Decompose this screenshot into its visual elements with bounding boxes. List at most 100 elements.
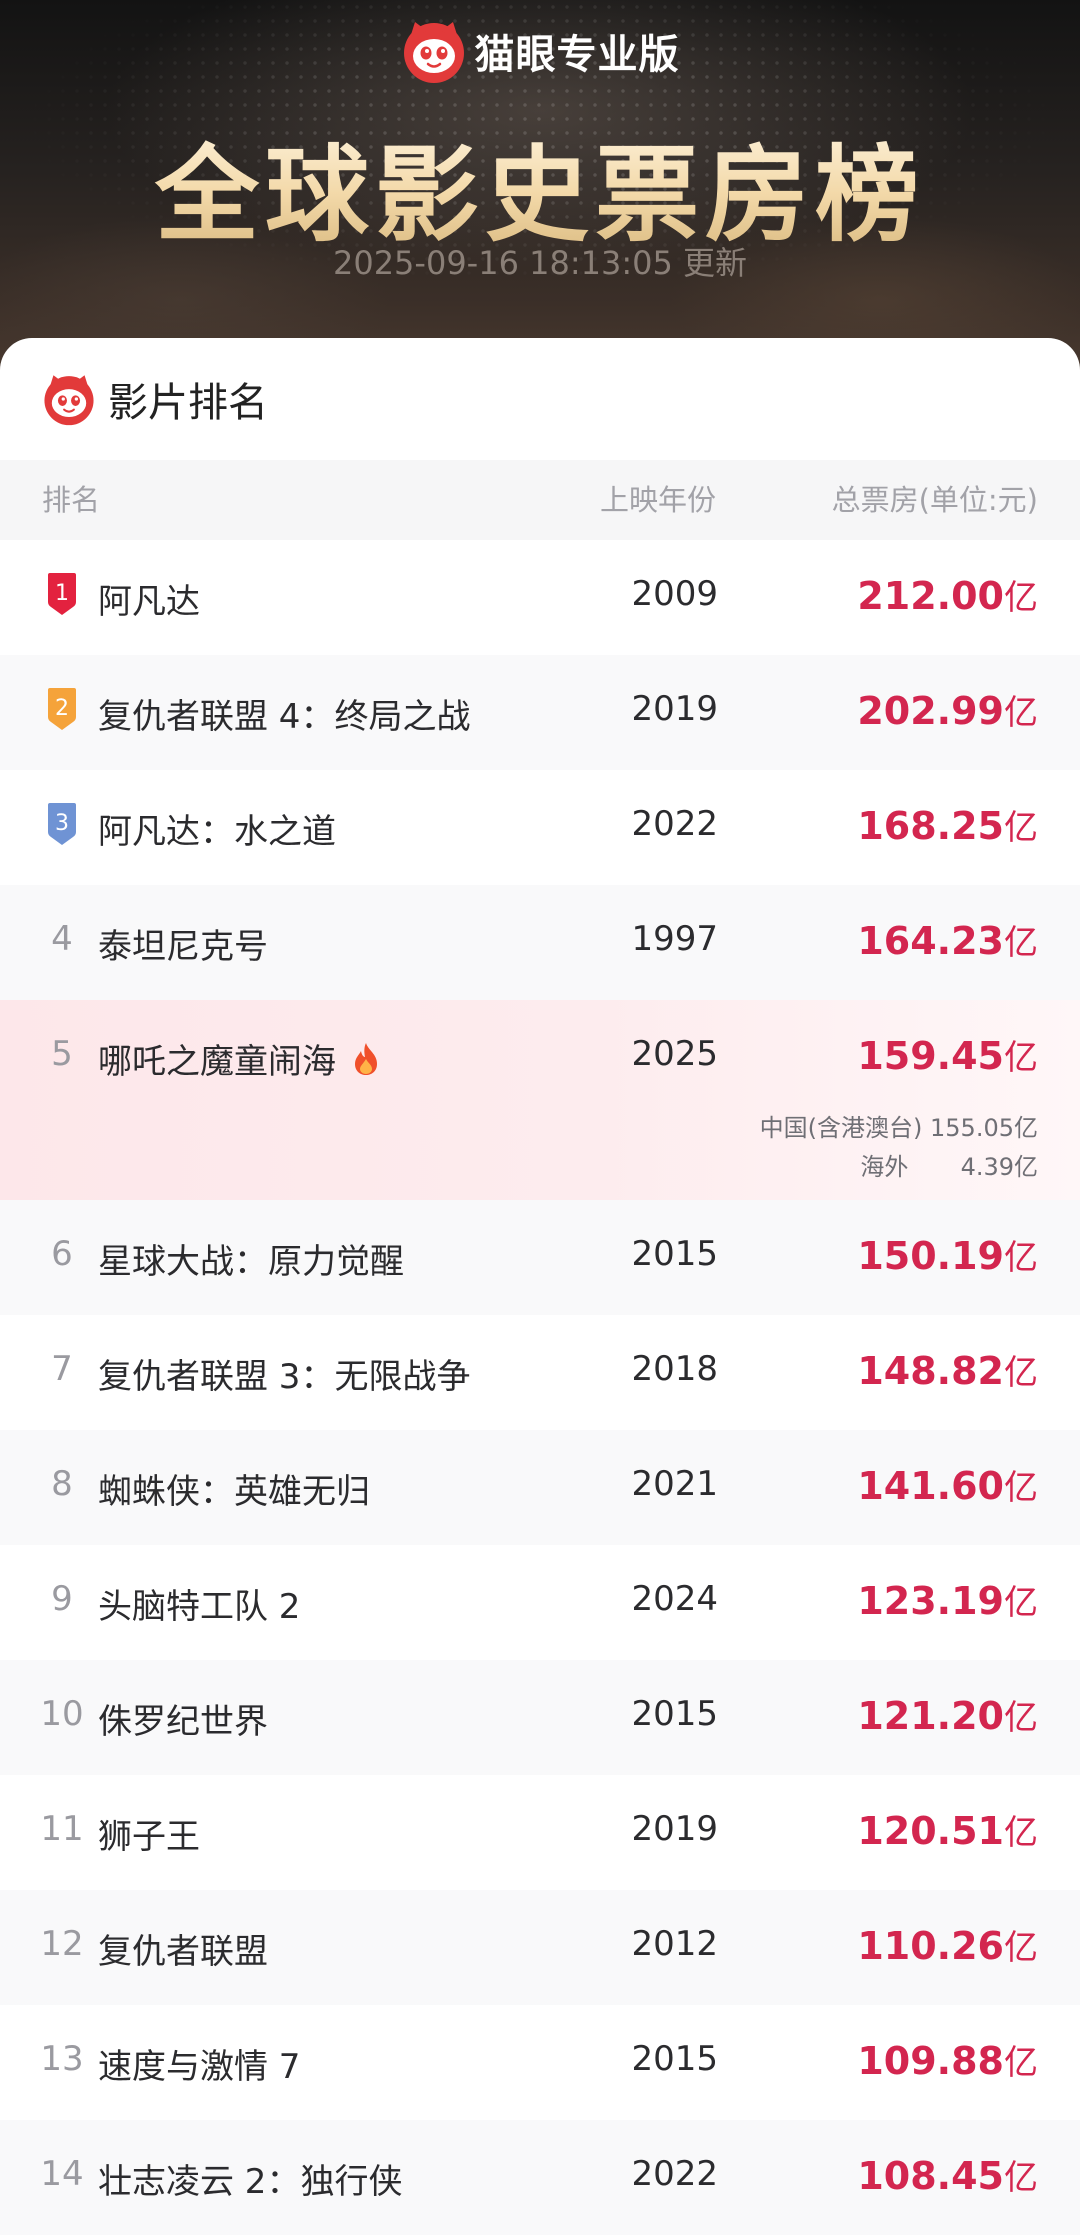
movie-title[interactable]: 壮志凌云 2：独行侠 — [98, 2154, 402, 2203]
box-office-total: 202.99亿 — [857, 685, 1038, 734]
table-row[interactable]: 6 星球大战：原力觉醒 2015 150.19亿 — [0, 1200, 1080, 1315]
card-header: 影片排名 — [0, 338, 1080, 460]
movie-title-text: 侏罗纪世界 — [98, 1702, 268, 1742]
breakdown-value: 155.05亿 — [930, 1114, 1038, 1142]
box-office-value: 168.25 — [857, 804, 1004, 848]
movie-title[interactable]: 阿凡达 — [98, 574, 200, 623]
box-office-unit: 亿 — [1004, 923, 1038, 963]
box-office-value: 120.51 — [857, 1809, 1004, 1853]
release-year: 2009 — [631, 574, 718, 614]
box-office-unit: 亿 — [1004, 1353, 1038, 1393]
movie-title[interactable]: 头脑特工队 2 — [98, 1579, 300, 1628]
release-year: 2018 — [631, 1349, 718, 1389]
movie-title[interactable]: 狮子王 — [98, 1809, 200, 1858]
header-banner: 猫眼专业版 全球影史票房榜 2025-09-16 18:13:05 更新 — [0, 0, 1080, 380]
box-office-unit: 亿 — [1004, 1038, 1038, 1078]
release-year: 2024 — [631, 1579, 718, 1619]
box-office-unit: 亿 — [1004, 1583, 1038, 1623]
box-office-unit: 亿 — [1004, 2043, 1038, 2083]
table-row[interactable]: 9 头脑特工队 2 2024 123.19亿 — [0, 1545, 1080, 1660]
table-row[interactable]: 13 速度与激情 7 2015 109.88亿 — [0, 2005, 1080, 2120]
table-row[interactable]: 1 阿凡达 2009 212.00亿 — [0, 540, 1080, 655]
table-row[interactable]: 5 哪吒之魔童闹海 2025 159.45亿 中国(含港澳台) 155.05亿 海外 4.… — [0, 1000, 1080, 1200]
movie-title-text: 头脑特工队 2 — [98, 1587, 301, 1627]
movie-title-text: 阿凡达 — [98, 582, 200, 622]
movie-title-text: 蜘蛛侠：英雄无归 — [98, 1472, 370, 1512]
release-year: 2012 — [631, 1924, 718, 1964]
box-office-total: 168.25亿 — [857, 800, 1038, 849]
box-office-unit: 亿 — [1004, 1238, 1038, 1278]
update-suffix: 更新 — [683, 244, 748, 282]
cat-logo-icon — [403, 22, 464, 83]
ranking-list: 1 阿凡达 2009 212.00亿 2 复仇者联盟 4：终局之战 2019 202.99亿 3… — [0, 540, 1080, 2235]
movie-title[interactable]: 星球大战：原力觉醒 — [98, 1234, 404, 1283]
table-row[interactable]: 11 狮子王 2019 120.51亿 — [0, 1775, 1080, 1890]
box-office-value: 108.45 — [857, 2154, 1004, 2198]
breakdown-value: 4.39亿 — [960, 1153, 1038, 1181]
card-title: 影片排名 — [108, 380, 268, 426]
box-office-value: 150.19 — [857, 1234, 1004, 1278]
movie-title-text: 哪吒之魔童闹海 — [98, 1042, 336, 1082]
movie-title-text: 复仇者联盟 4：终局之战 — [98, 697, 471, 737]
movie-title[interactable]: 泰坦尼克号 — [98, 919, 268, 968]
box-office-unit: 亿 — [1004, 693, 1038, 733]
movie-title[interactable]: 复仇者联盟 3：无限战争 — [98, 1349, 470, 1398]
table-row[interactable]: 2 复仇者联盟 4：终局之战 2019 202.99亿 — [0, 655, 1080, 770]
movie-title[interactable]: 速度与激情 7 — [98, 2039, 300, 2088]
movie-title[interactable]: 复仇者联盟 — [98, 1924, 268, 1973]
table-row[interactable]: 14 壮志凌云 2：独行侠 2022 108.45亿 — [0, 2120, 1080, 2235]
movie-title[interactable]: 蜘蛛侠：英雄无归 — [98, 1464, 370, 1513]
box-office-value: 159.45 — [857, 1034, 1004, 1078]
release-year: 2022 — [631, 804, 718, 844]
table-row[interactable]: 10 侏罗纪世界 2015 121.20亿 — [0, 1660, 1080, 1775]
movie-title[interactable]: 复仇者联盟 4：终局之战 — [98, 689, 470, 738]
table-row[interactable]: 3 阿凡达：水之道 2022 168.25亿 — [0, 770, 1080, 885]
ranking-card: 影片排名 排名 上映年份 总票房(单位:元) 1 阿凡达 2009 212.00亿 2 复… — [0, 338, 1080, 2235]
box-office-total: 141.60亿 — [857, 1460, 1038, 1509]
rank-number: 11 — [40, 1809, 84, 1849]
box-office-total: 121.20亿 — [857, 1690, 1038, 1739]
fire-icon — [355, 1043, 377, 1075]
box-office-value: 123.19 — [857, 1579, 1004, 1623]
box-office-unit: 亿 — [1004, 578, 1038, 618]
box-office-unit: 亿 — [1004, 1468, 1038, 1508]
box-office-total: 150.19亿 — [857, 1230, 1038, 1279]
movie-title[interactable]: 阿凡达：水之道 — [98, 804, 336, 853]
column-total: 总票房(单位:元) — [831, 483, 1038, 517]
rank-number: 12 — [40, 1924, 84, 1964]
rank-number: 9 — [51, 1579, 73, 1619]
release-year: 2019 — [631, 689, 718, 729]
box-office-total: 120.51亿 — [857, 1805, 1038, 1854]
box-office-unit: 亿 — [1004, 1928, 1038, 1968]
movie-title[interactable]: 哪吒之魔童闹海 — [98, 1034, 382, 1083]
box-office-total: 108.45亿 — [857, 2150, 1038, 2199]
box-office-total: 148.82亿 — [857, 1345, 1038, 1394]
column-rank: 排名 — [42, 483, 101, 517]
rank-number: 13 — [40, 2039, 84, 2079]
breakdown-label: 海外 — [860, 1153, 909, 1181]
table-row[interactable]: 12 复仇者联盟 2012 110.26亿 — [0, 1890, 1080, 2005]
movie-title-text: 狮子王 — [98, 1817, 200, 1857]
release-year: 2015 — [631, 2039, 718, 2079]
rank-number: 5 — [51, 1034, 73, 1074]
table-row[interactable]: 8 蜘蛛侠：英雄无归 2021 141.60亿 — [0, 1430, 1080, 1545]
rank-number: 14 — [40, 2154, 84, 2194]
movie-title-text: 复仇者联盟 — [98, 1932, 268, 1972]
breakdown-label: 中国(含港澳台) — [759, 1114, 923, 1142]
table-row[interactable]: 7 复仇者联盟 3：无限战争 2018 148.82亿 — [0, 1315, 1080, 1430]
movie-title-text: 壮志凌云 2：独行侠 — [98, 2162, 403, 2202]
update-timestamp: 2025-09-16 18:13:05 更新 — [0, 238, 1080, 284]
box-office-value: 202.99 — [857, 689, 1004, 733]
release-year: 1997 — [631, 919, 718, 959]
box-office-total: 164.23亿 — [857, 915, 1038, 964]
movie-title[interactable]: 侏罗纪世界 — [98, 1694, 268, 1743]
rank-medal-icon: 1 — [48, 573, 76, 615]
table-row[interactable]: 4 泰坦尼克号 1997 164.23亿 — [0, 885, 1080, 1000]
box-office-total: 212.00亿 — [857, 570, 1038, 619]
rank-number: 3 — [55, 811, 69, 836]
breakdown-overseas: 海外 4.39亿 — [860, 1147, 1038, 1182]
breakdown-domestic: 中国(含港澳台) 155.05亿 — [760, 1108, 1038, 1143]
movie-title-text: 复仇者联盟 3：无限战争 — [98, 1357, 471, 1397]
box-office-total: 109.88亿 — [857, 2035, 1038, 2084]
rank-medal-icon: 2 — [48, 688, 76, 730]
